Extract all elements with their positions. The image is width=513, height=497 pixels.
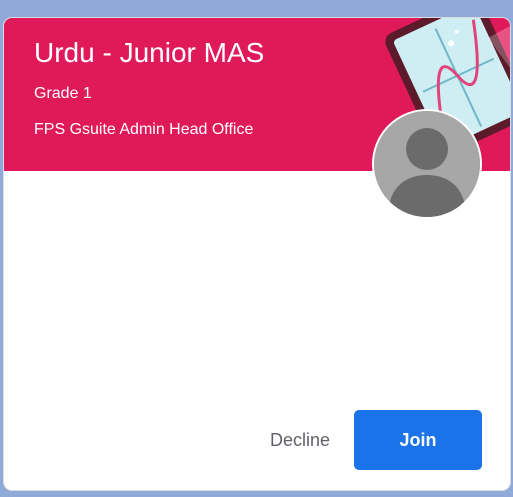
join-button[interactable]: Join bbox=[354, 410, 482, 470]
teacher-avatar bbox=[372, 109, 482, 219]
decline-button[interactable]: Decline bbox=[254, 410, 346, 470]
class-title-link[interactable]: Urdu - Junior MAS bbox=[34, 36, 264, 70]
class-section: Grade 1 bbox=[34, 85, 92, 102]
default-user-avatar-icon bbox=[374, 111, 480, 217]
class-invitation-card: Urdu - Junior MAS Grade 1 FPS Gsuite Adm… bbox=[4, 18, 510, 490]
class-owner: FPS Gsuite Admin Head Office bbox=[34, 121, 254, 138]
invitation-actions: Decline Join bbox=[254, 410, 482, 470]
